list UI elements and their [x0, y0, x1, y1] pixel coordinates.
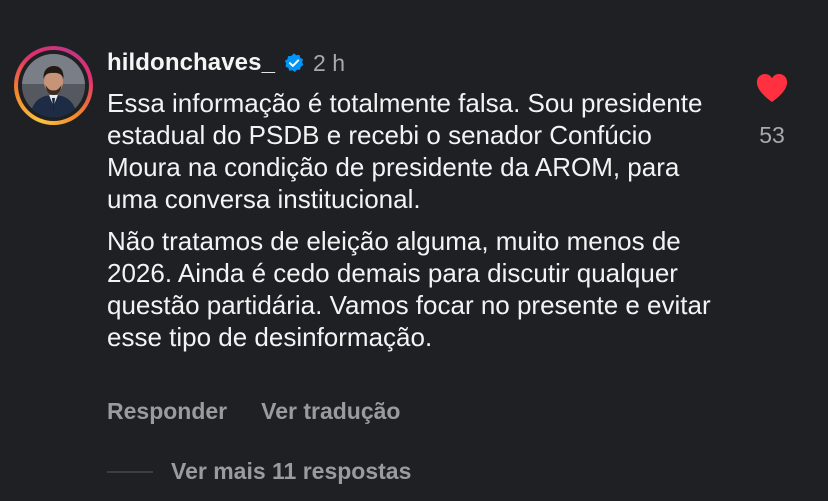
comment-paragraph: Essa informação é totalmente falsa. Sou …	[107, 88, 703, 214]
avatar-gap	[18, 50, 89, 121]
comment: hildonchaves_ 2 h Essa informação é tota…	[0, 0, 828, 501]
heart-icon[interactable]	[755, 72, 789, 104]
translate-button[interactable]: Ver tradução	[261, 398, 400, 425]
like-count: 53	[759, 122, 785, 148]
avatar[interactable]	[22, 54, 85, 117]
view-more-replies-button[interactable]: Ver mais 11 respostas	[171, 458, 411, 485]
comment-body: Essa informação é totalmente falsa. Sou …	[107, 87, 727, 353]
verified-badge-icon	[284, 53, 304, 72]
username[interactable]: hildonchaves_	[107, 49, 275, 77]
replies-divider	[107, 470, 153, 473]
comment-header: hildonchaves_ 2 h	[107, 47, 345, 79]
view-replies[interactable]: Ver mais 11 respostas	[107, 458, 411, 485]
comment-paragraph: Não tratamos de eleição alguma, muito me…	[107, 226, 711, 352]
reply-button[interactable]: Responder	[107, 398, 227, 425]
timestamp: 2 h	[313, 49, 346, 76]
avatar-image	[22, 54, 85, 117]
story-ring[interactable]	[14, 46, 93, 125]
like-control: 53	[748, 72, 796, 149]
comment-actions: Responder Ver tradução	[107, 398, 400, 425]
